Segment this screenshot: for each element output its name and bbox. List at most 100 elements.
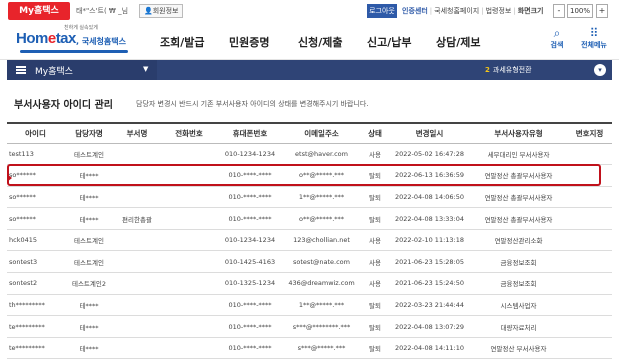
my-hometax-title: My홈택스: [35, 67, 73, 77]
cell-status: 사용: [361, 272, 389, 295]
divider: |: [429, 7, 433, 15]
logo-word-part: tax: [55, 30, 77, 47]
cell-id[interactable]: so******: [7, 207, 64, 230]
my-hometax-bar: My홈택스 ▼ 2 과세유형전환 ▾: [7, 60, 612, 80]
cell-id[interactable]: te*********: [7, 315, 64, 338]
nts-site-link[interactable]: 국세청홈페이지: [434, 7, 479, 15]
cell-mobile: 010-1234-1234: [218, 143, 282, 166]
table-header-row: 아이디 담당자명 부서명 전화번호 휴대폰번호 이메일주소 상태 변경일시 부서…: [7, 122, 612, 144]
cell-dept: [114, 272, 160, 295]
cell-designation: [567, 207, 612, 230]
zoom-select[interactable]: 100%: [567, 4, 593, 18]
member-info-button[interactable]: 👤회원정보: [139, 4, 184, 18]
cert-center-link[interactable]: 인증센터: [402, 7, 428, 15]
cell-id[interactable]: sontest3: [7, 250, 64, 274]
cell-manager: 테****: [64, 337, 114, 360]
cell-status: 탈퇴: [361, 294, 389, 317]
cell-phone: [160, 294, 218, 317]
cell-status: 탈퇴: [361, 186, 389, 209]
cell-id[interactable]: test113: [7, 143, 64, 166]
cell-mobile: 010-****-****: [218, 207, 282, 230]
cell-mobile: 010-1425-4163: [218, 250, 282, 274]
cell-dept: [114, 294, 160, 317]
law-info-link[interactable]: 법령정보: [486, 7, 512, 15]
table-row[interactable]: so****** 테**** 010-****-**** 1**@*****.*…: [7, 186, 612, 209]
search-button[interactable]: ⌕ 검색: [546, 26, 568, 50]
cell-phone: [160, 186, 218, 209]
cell-phone: [160, 250, 218, 274]
my-hometax-menu[interactable]: My홈택스 ▼: [7, 60, 157, 80]
cell-changed-at: 2022-05-02 16:47:28: [389, 143, 470, 166]
cell-user-type: 연말정산관리소화: [470, 229, 567, 252]
cell-dept: [114, 229, 160, 252]
table-row[interactable]: sontest2 테스트계인2 010-1325-1234 436@dreamw…: [7, 272, 612, 295]
nav-consult-report[interactable]: 상담/제보: [436, 34, 505, 50]
hamburger-icon: [16, 66, 26, 74]
cell-dept: 편리한총괄: [114, 207, 160, 230]
cell-changed-at: 2022-04-08 13:07:29: [389, 315, 470, 338]
nav-inquiry[interactable]: 조회/발급: [160, 34, 229, 50]
cell-mobile: 010-****-****: [218, 186, 282, 209]
cell-designation: [567, 250, 612, 274]
cell-user-type: 금융정보조회: [470, 250, 567, 274]
table-row[interactable]: te********* 테**** 010-****-**** s***@***…: [7, 315, 612, 338]
cell-dept: [114, 143, 160, 166]
cell-user-type: 시스템사업자: [470, 294, 567, 317]
cell-id[interactable]: so******: [7, 186, 64, 209]
myhome-tab[interactable]: My홈택스: [8, 2, 70, 20]
cell-mobile: 010-1234-1234: [218, 229, 282, 252]
table-row[interactable]: hck0415 테스트계인 010-1234-1234 123@chollian…: [7, 229, 612, 252]
top-utility-bar: My홈택스 태*"스'트( ₩ _님 👤회원정보 로그아웃 인증센터 | 국세청홈페…: [0, 0, 619, 22]
cell-dept: [114, 337, 160, 360]
cell-dept: [114, 186, 160, 209]
column-header: 담당자명: [64, 122, 114, 144]
cell-status: 탈퇴: [361, 207, 389, 230]
highlight-arrow-icon: [7, 174, 12, 182]
all-menu-button[interactable]: ⠿ 전체메뉴: [574, 26, 614, 50]
logo-subtitle: , 국세청홈택스: [76, 37, 126, 46]
column-header: 상태: [361, 122, 389, 144]
cell-email: o**@*****.***: [282, 207, 361, 230]
zoom-in-button[interactable]: +: [596, 4, 608, 18]
column-header: 아이디: [7, 122, 64, 144]
cell-mobile: 010-****-****: [218, 315, 282, 338]
cell-status: 사용: [361, 250, 389, 274]
cell-email: 436@dreamwiz.com: [282, 272, 361, 295]
column-header: 전화번호: [160, 122, 218, 144]
cell-id[interactable]: te*********: [7, 337, 64, 360]
cell-changed-at: 2022-04-08 14:06:50: [389, 186, 470, 209]
cell-changed-at: 2021-06-23 15:24:50: [389, 272, 470, 295]
cell-designation: [567, 315, 612, 338]
nav-report-pay[interactable]: 신고/납부: [367, 34, 436, 50]
nav-civil-cert[interactable]: 민원증명: [229, 34, 298, 50]
cell-changed-at: 2022-02-10 11:13:18: [389, 229, 470, 252]
tax-type-switch[interactable]: 2 과세유형전환: [485, 65, 532, 75]
chevron-down-icon[interactable]: ▾: [594, 64, 606, 76]
cell-phone: [160, 229, 218, 252]
logout-button[interactable]: 로그아웃: [367, 4, 397, 18]
person-icon: 👤: [144, 7, 153, 15]
cell-designation: [567, 186, 612, 209]
table-row[interactable]: so****** 테**** 편리한총괄 010-****-**** o**@*…: [7, 207, 612, 230]
cell-manager: 테스트계인: [64, 250, 114, 274]
table-row[interactable]: test113 테스트계인 010-1234-1234 etst@haver.c…: [7, 143, 612, 166]
hometax-logo[interactable]: 친하게 실속있게 Hometax , 국세청홈택스: [16, 24, 136, 56]
user-name: 태*"스'트( ₩ _님: [76, 7, 129, 15]
cell-email: 1**@*****.***: [282, 186, 361, 209]
cell-id[interactable]: th*********: [7, 294, 64, 317]
cell-id[interactable]: hck0415: [7, 229, 64, 252]
logo-wordmark: Hometax: [16, 30, 76, 47]
row-highlight-box: [7, 164, 601, 186]
dept-user-table: 아이디 담당자명 부서명 전화번호 휴대폰번호 이메일주소 상태 변경일시 부서…: [7, 122, 612, 360]
table-row[interactable]: sontest3 테스트계인 010-1425-4163 sotest@nate…: [7, 250, 612, 274]
screen-size-label: 화면크기: [517, 7, 544, 15]
cell-id[interactable]: sontest2: [7, 272, 64, 295]
column-header: 부서명: [114, 122, 160, 144]
cell-mobile: 010-****-****: [218, 294, 282, 317]
zoom-out-button[interactable]: -: [553, 4, 565, 18]
cell-email: s***@*****.***: [282, 337, 361, 360]
table-row[interactable]: te********* 테**** 010-****-**** s***@***…: [7, 337, 612, 360]
cell-changed-at: 2022-04-08 14:11:10: [389, 337, 470, 360]
nav-apply-submit[interactable]: 신청/제출: [298, 34, 367, 50]
table-row[interactable]: th********* 테**** 010-****-**** 1**@****…: [7, 294, 612, 317]
